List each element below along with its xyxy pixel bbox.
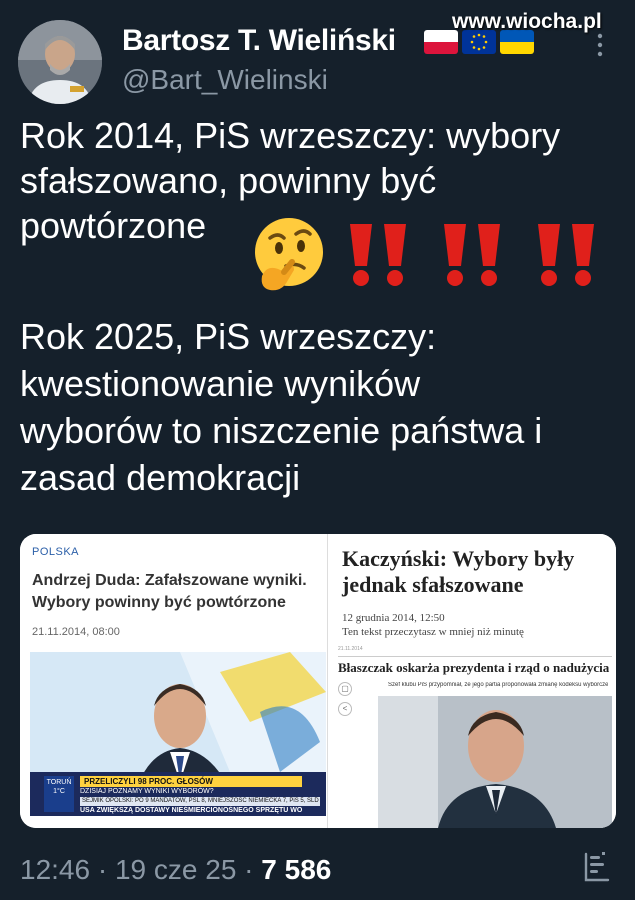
- share-icons: ▢ <: [338, 682, 354, 722]
- double-exclamation-icon: [530, 222, 606, 288]
- author-name[interactable]: Bartosz T. Wieliński: [122, 24, 396, 58]
- view-count: 7 586: [261, 854, 332, 885]
- tweet-time[interactable]: 12:46: [20, 854, 90, 885]
- tweet-line: zasad demokracji: [20, 457, 301, 498]
- ticker-logo: TORUŃ 1°C: [44, 776, 74, 812]
- sub-article-headline: Błaszczak oskarża prezydenta i rząd o na…: [338, 656, 612, 676]
- watermark: www.wiocha.pl: [452, 10, 602, 33]
- meta-separator: ·: [244, 854, 262, 885]
- article-title: Kaczyński: Wybory były jednak sfałszowan…: [342, 546, 575, 597]
- article-photo: [378, 696, 612, 828]
- ticker-crawl: SEJMIK OPOLSKI: PO 9 MANDATÓW, PSL 8, MN…: [80, 797, 320, 806]
- ticker-logo-line: TORUŃ: [46, 779, 72, 786]
- double-exclamation-icon: [436, 222, 512, 288]
- article-date: 12 grudnia 2014, 12:50: [342, 612, 445, 624]
- article-caption: Szef klubu PiS przypomniał, że jego part…: [388, 682, 608, 688]
- emoji-row: [248, 214, 624, 296]
- tweet-line: kwestionowanie wyników: [20, 363, 421, 404]
- tweet-date[interactable]: 19 cze 25: [115, 854, 236, 885]
- tweet-paragraph-2: Rok 2025, PiS wrzeszczy: kwestionowanie …: [20, 313, 620, 501]
- author-handle[interactable]: @Bart_Wielinski: [122, 64, 328, 96]
- more-options-icon[interactable]: [596, 30, 604, 60]
- read-time: Ten tekst przeczytasz w mniej niż minutę: [342, 626, 524, 638]
- ticker-bottom: USA ZWIĘKSZĄ DOSTAWY NIEŚMIERCIONOŚNEGO …: [80, 807, 303, 814]
- comment-icon: ▢: [338, 682, 352, 696]
- ticker-headline: PRZELICZYLI 98 PROC. GŁOSÓW: [80, 776, 302, 787]
- tweet-line: wyborów to niszczenie państwa i: [20, 410, 543, 451]
- section-label: POLSKA: [32, 546, 80, 558]
- tweet-media-image[interactable]: POLSKA Andrzej Duda: Zafałszowane wyniki…: [20, 534, 616, 828]
- analytics-icon[interactable]: [582, 848, 612, 884]
- tweet-meta: 12:46 · 19 cze 25 · 7 586: [20, 854, 331, 886]
- share-icon: <: [338, 702, 352, 716]
- tweet-line: Rok 2025, PiS wrzeszczy:: [20, 316, 437, 357]
- ticker-logo-line: 1°C: [53, 788, 65, 795]
- double-exclamation-icon: [342, 222, 418, 288]
- article-screenshot-right: Kaczyński: Wybory były jednak sfałszowan…: [328, 534, 616, 828]
- ticker-subline: DZISIAJ POZNAMY WYNIKI WYBORÓW?: [80, 788, 214, 795]
- article-date: 21.11.2014, 08:00: [32, 626, 120, 638]
- meta-separator: ·: [97, 854, 115, 885]
- sub-article-date: 21.11.2014: [338, 646, 363, 652]
- thinking-face-icon: [248, 214, 330, 296]
- tv-screenshot: TORUŃ 1°C PRZELICZYLI 98 PROC. GŁOSÓW DZ…: [30, 652, 326, 816]
- author-avatar[interactable]: [18, 20, 102, 104]
- article-title: Andrzej Duda: Zafałszowane wyniki. Wybor…: [32, 572, 307, 611]
- tv-ticker: TORUŃ 1°C PRZELICZYLI 98 PROC. GŁOSÓW DZ…: [30, 772, 326, 816]
- tweet-line: Rok 2014, PiS wrzeszczy: wybory: [20, 115, 561, 156]
- article-screenshot-left: POLSKA Andrzej Duda: Zafałszowane wyniki…: [20, 534, 328, 828]
- tweet-line: sfałszowano, powinny być: [20, 160, 437, 201]
